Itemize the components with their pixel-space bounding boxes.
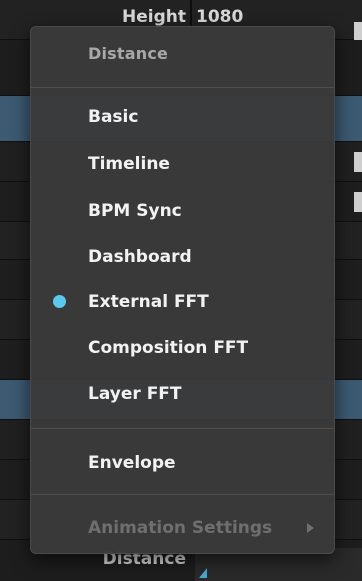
slider-handle-icon[interactable] (199, 568, 207, 578)
scrollbar-edge (354, 22, 362, 40)
menu-item-dashboard[interactable]: Dashboard (31, 235, 334, 279)
menu-item-label: Timeline (88, 154, 170, 174)
menu-separator (31, 87, 334, 88)
menu-item-timeline[interactable]: Timeline (31, 142, 334, 186)
menu-separator (31, 428, 334, 429)
menu-item-label: Composition FFT (88, 338, 249, 358)
menu-item-animation-settings: Animation Settings (31, 506, 334, 550)
menu-item-label: BPM Sync (88, 201, 182, 221)
menu-item-envelope[interactable]: Envelope (31, 441, 334, 485)
menu-item-label: Basic (88, 107, 139, 127)
selected-dot-icon (53, 295, 66, 308)
menu-item-label: Layer FFT (88, 384, 182, 404)
menu-separator (31, 494, 334, 495)
scrollbar-edge (354, 152, 362, 172)
height-value[interactable]: 1080 (196, 7, 243, 27)
menu-item-composition-fft[interactable]: Composition FFT (31, 326, 334, 370)
submenu-arrow-icon (307, 523, 314, 533)
distance-mode-menu: Distance Basic Timeline BPM Sync Dashboa… (30, 26, 335, 554)
height-label: Height (122, 7, 186, 27)
menu-item-label: Envelope (88, 453, 176, 473)
menu-item-external-fft[interactable]: External FFT (31, 280, 334, 324)
menu-item-bpm-sync[interactable]: BPM Sync (31, 189, 334, 233)
menu-item-layer-fft[interactable]: Layer FFT (31, 372, 334, 416)
menu-item-basic[interactable]: Basic (31, 95, 334, 139)
menu-item-label: Dashboard (88, 247, 192, 267)
menu-header: Distance (88, 44, 169, 63)
menu-item-label: External FFT (88, 292, 209, 312)
menu-item-label: Animation Settings (88, 518, 273, 538)
inspector-panel: Height 1080 Distance Distance Basic Time… (0, 0, 362, 581)
scrollbar-edge (354, 192, 362, 212)
